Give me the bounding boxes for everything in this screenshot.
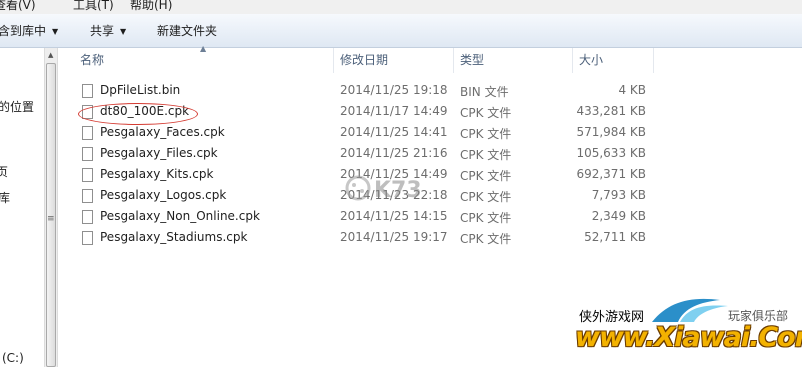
nav-item-library[interactable]: 库 [0, 189, 10, 206]
file-type: CPK 文件 [460, 190, 512, 204]
include-in-library-label: 含到库中 [0, 24, 47, 38]
file-size: 105,633 KB [576, 146, 646, 160]
nav-item-recent-places[interactable]: 的位置 [0, 98, 34, 115]
menu-bar: 查看(V) 工具(T) 帮助(H) [0, 0, 802, 14]
file-row[interactable]: Pesgalaxy_Files.cpk 2014/11/25 21:16 CPK… [58, 144, 802, 165]
file-size: 7,793 KB [591, 188, 646, 202]
scroll-up-icon[interactable]: ▲ [48, 51, 53, 59]
column-divider[interactable] [572, 48, 573, 73]
chevron-down-icon: ▼ [120, 27, 127, 36]
file-name: Pesgalaxy_Stadiums.cpk [100, 230, 248, 244]
file-icon [82, 147, 93, 161]
file-row[interactable]: DpFileList.bin 2014/11/25 19:18 BIN 文件 4… [58, 81, 802, 102]
gamepad-icon [345, 175, 371, 201]
share-button[interactable]: 共享 ▼ [90, 22, 126, 39]
nav-item-drive-c[interactable]: (C:) [2, 351, 24, 365]
file-date: 2014/11/25 14:41 [340, 125, 448, 139]
new-folder-button[interactable]: 新建文件夹 [157, 22, 217, 39]
xiawai-brand: www.Xiawai.Com [575, 322, 802, 353]
file-type: BIN 文件 [460, 85, 509, 99]
file-date: 2014/11/25 19:18 [340, 83, 448, 97]
file-size: 571,984 KB [576, 125, 646, 139]
file-row[interactable]: Pesgalaxy_Non_Online.cpk 2014/11/25 14:1… [58, 207, 802, 228]
highlight-circle [78, 103, 198, 125]
column-divider[interactable] [653, 48, 654, 73]
file-name: Pesgalaxy_Kits.cpk [100, 167, 214, 181]
file-type: CPK 文件 [460, 211, 512, 225]
sort-ascending-icon: ▲ [200, 44, 207, 53]
file-row[interactable]: Pesgalaxy_Stadiums.cpk 2014/11/25 19:17 … [58, 228, 802, 249]
chevron-down-icon: ▼ [52, 27, 59, 36]
menu-help[interactable]: 帮助(H) [130, 0, 172, 13]
share-label: 共享 [90, 24, 115, 38]
file-row[interactable]: Pesgalaxy_Faces.cpk 2014/11/25 14:41 CPK… [58, 123, 802, 144]
file-name: Pesgalaxy_Non_Online.cpk [100, 209, 260, 223]
navigation-pane: 的位置 页 库 [0, 48, 44, 367]
nav-item-page[interactable]: 页 [0, 163, 8, 180]
nav-scrollbar[interactable]: ▲ ≡ [44, 48, 58, 367]
column-divider[interactable] [453, 48, 454, 73]
k73-watermark: K73 [345, 175, 422, 203]
file-size: 2,349 KB [591, 209, 646, 223]
column-headers: ▲ 名称 修改日期 类型 大小 [58, 44, 802, 73]
file-name: Pesgalaxy_Logos.cpk [100, 188, 227, 202]
file-type: CPK 文件 [460, 127, 512, 141]
file-type: CPK 文件 [460, 106, 512, 120]
file-icon [82, 210, 93, 224]
file-name: Pesgalaxy_Faces.cpk [100, 125, 225, 139]
k73-label: K73 [374, 178, 422, 203]
file-icon [82, 189, 93, 203]
file-name: DpFileList.bin [100, 83, 181, 97]
file-date: 2014/11/25 19:17 [340, 230, 448, 244]
column-header-size[interactable]: 大小 [579, 48, 603, 73]
grip-icon: ≡ [47, 214, 55, 224]
file-icon [82, 126, 93, 140]
column-divider[interactable] [333, 48, 334, 73]
file-name: Pesgalaxy_Files.cpk [100, 146, 218, 160]
file-icon [82, 231, 93, 245]
file-date: 2014/11/25 14:15 [340, 209, 448, 223]
file-icon [82, 168, 93, 182]
column-header-date[interactable]: 修改日期 [340, 48, 388, 73]
include-in-library-button[interactable]: 含到库中 ▼ [0, 22, 58, 39]
file-type: CPK 文件 [460, 169, 512, 183]
command-bar: 含到库中 ▼ 共享 ▼ 新建文件夹 [0, 14, 802, 48]
column-header-type[interactable]: 类型 [460, 48, 484, 73]
file-type: CPK 文件 [460, 148, 512, 162]
file-size: 692,371 KB [576, 167, 646, 181]
menu-tools[interactable]: 工具(T) [73, 0, 114, 13]
file-date: 2014/11/25 21:16 [340, 146, 448, 160]
file-date: 2014/11/17 14:49 [340, 104, 448, 118]
file-size: 52,711 KB [584, 230, 646, 244]
file-size: 4 KB [618, 83, 646, 97]
file-icon [82, 84, 93, 98]
menu-view[interactable]: 查看(V) [0, 0, 36, 13]
file-size: 433,281 KB [576, 104, 646, 118]
column-header-name[interactable]: 名称 [80, 48, 104, 73]
new-folder-label: 新建文件夹 [157, 24, 218, 38]
file-type: CPK 文件 [460, 232, 512, 246]
